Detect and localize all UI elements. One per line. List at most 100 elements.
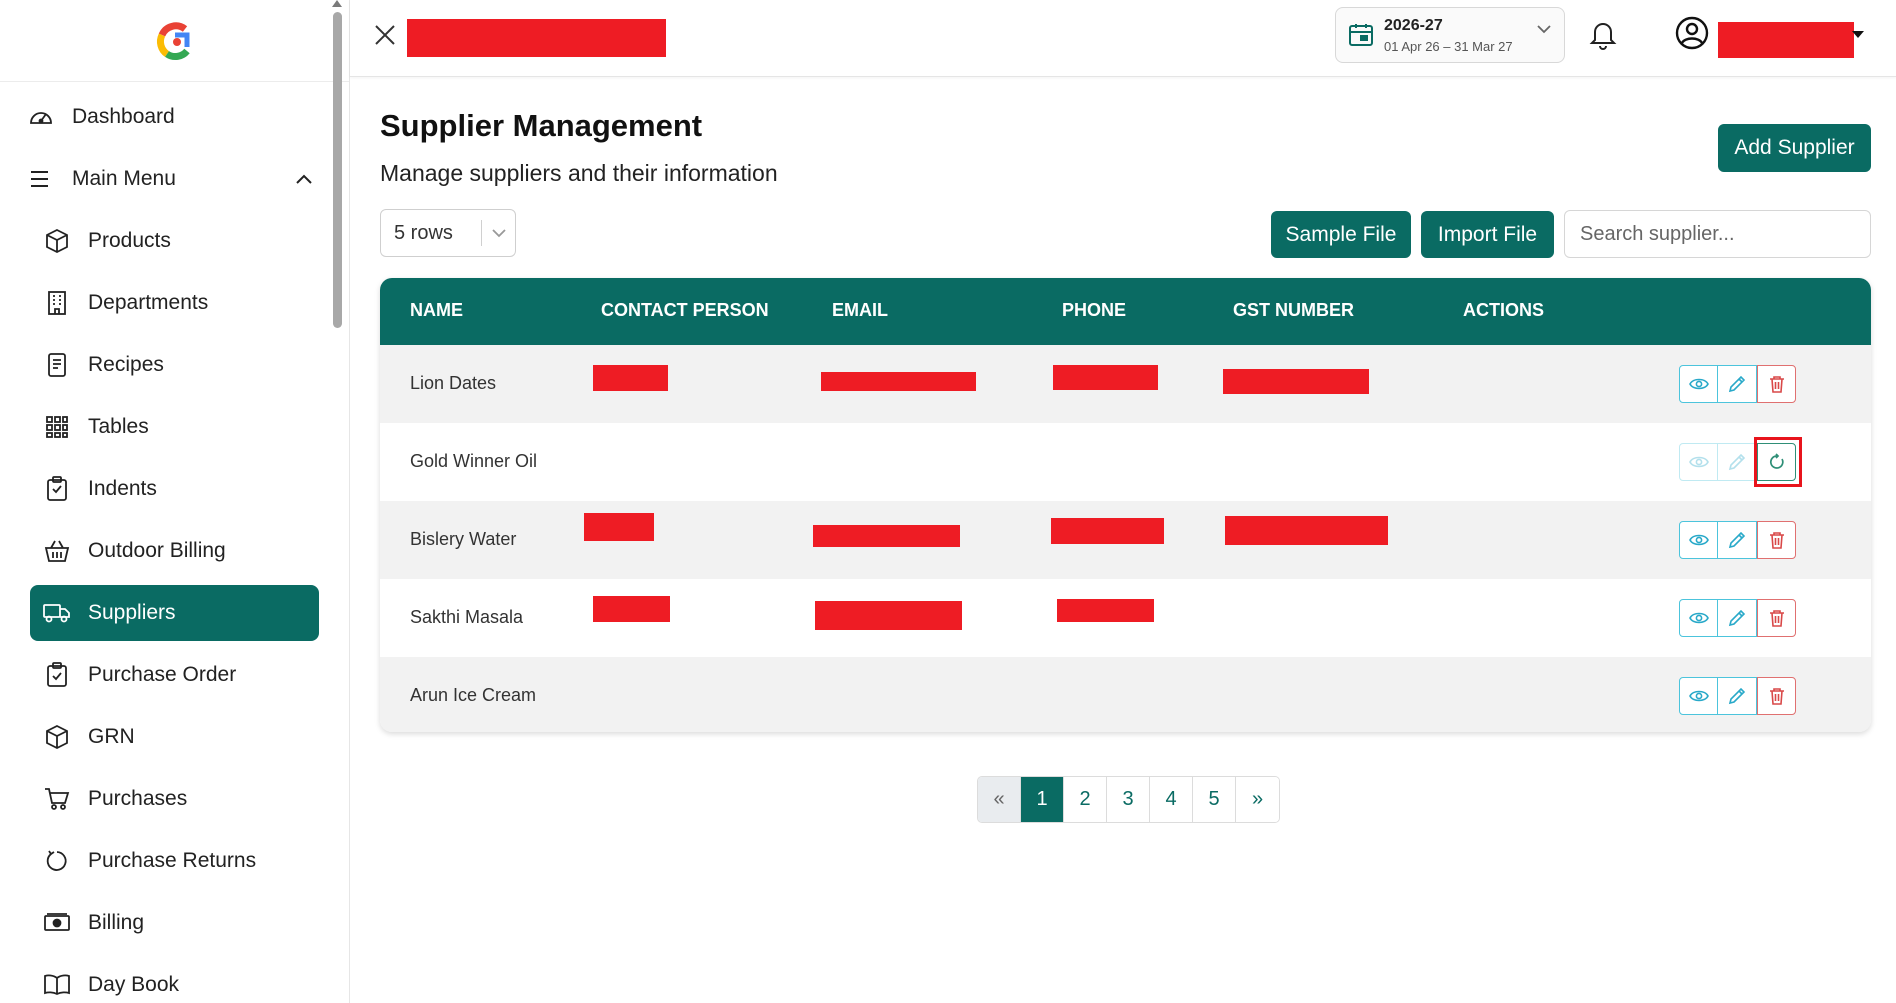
trash-icon (1769, 688, 1784, 705)
sidebar-item-main-menu[interactable]: Main Menu (26, 148, 319, 210)
add-supplier-button[interactable]: Add Supplier (1718, 124, 1871, 172)
close-icon[interactable] (370, 20, 400, 50)
user-avatar-icon[interactable] (1675, 16, 1709, 50)
pagination-next[interactable]: » (1236, 777, 1279, 822)
column-header: EMAIL (832, 300, 888, 320)
restore-button-highlight (1754, 437, 1802, 487)
view-button[interactable] (1679, 365, 1718, 403)
sidebar-item-label: Day Book (88, 973, 180, 996)
sidebar-item-label: Billing (88, 911, 145, 934)
delete-button[interactable] (1757, 365, 1796, 403)
sidebar-item-purchase-returns[interactable]: Purchase Returns (30, 830, 319, 892)
eye-icon (1688, 534, 1709, 546)
financial-year-selector[interactable]: 2026-27 01 Apr 26 – 31 Mar 27 (1335, 7, 1565, 63)
menu-icon (26, 164, 56, 194)
logo-area (0, 0, 349, 82)
page-subtitle: Manage suppliers and their information (380, 160, 778, 186)
eye-icon (1688, 612, 1709, 624)
column-header: CONTACT PERSON (601, 300, 769, 320)
pagination-page[interactable]: 4 (1150, 777, 1193, 822)
sidebar-item-billing[interactable]: Billing (30, 892, 319, 954)
sidebar-item-suppliers[interactable]: Suppliers (30, 585, 319, 641)
delete-button[interactable] (1757, 599, 1796, 637)
sidebar-item-day-book[interactable]: Day Book (30, 954, 319, 1003)
view-button[interactable] (1679, 521, 1718, 559)
sidebar-item-label: Departments (88, 291, 209, 314)
edit-button[interactable] (1718, 365, 1757, 403)
sidebar-item-label: Suppliers (88, 601, 176, 624)
pagination-prev[interactable]: « (978, 777, 1021, 822)
sidebar-item-label: Outdoor Billing (88, 539, 226, 562)
view-button[interactable] (1679, 677, 1718, 715)
edit-button[interactable] (1718, 599, 1757, 637)
sidebar-item-departments[interactable]: Departments (30, 272, 319, 334)
redacted-cell (593, 596, 670, 622)
eye-icon (1688, 456, 1709, 468)
app-logo[interactable] (155, 21, 195, 61)
sidebar-item-indents[interactable]: Indents (30, 458, 319, 520)
row-actions (1679, 365, 1796, 403)
sidebar-item-outdoor-billing[interactable]: Outdoor Billing (30, 520, 319, 582)
view-button[interactable] (1679, 599, 1718, 637)
pagination-page[interactable]: 5 (1193, 777, 1236, 822)
delete-button[interactable] (1757, 677, 1796, 715)
cart-icon (42, 784, 72, 814)
sidebar-scrollbar[interactable] (331, 0, 343, 1003)
redacted-cell (1057, 599, 1154, 622)
box-icon (42, 226, 72, 256)
pagination: « 1 2 3 4 5 » (977, 776, 1280, 823)
truck-icon (42, 598, 72, 628)
sidebar-item-recipes[interactable]: Recipes (30, 334, 319, 396)
column-header: PHONE (1062, 300, 1127, 320)
sidebar-item-dashboard[interactable]: Dashboard (26, 86, 319, 148)
pagination-page[interactable]: 1 (1021, 777, 1064, 822)
row-actions (1679, 677, 1796, 715)
redacted-cell (815, 601, 962, 630)
cash-icon (42, 908, 72, 938)
sidebar-item-label: Products (88, 229, 171, 252)
scroll-thumb[interactable] (333, 12, 342, 328)
redacted-company-name (407, 19, 666, 57)
table-row: Bislery Water (380, 501, 1871, 579)
view-button (1679, 443, 1718, 481)
receipt-icon (42, 350, 72, 380)
sidebar-item-label: GRN (88, 725, 135, 748)
pagination-page[interactable]: 3 (1107, 777, 1150, 822)
grid-icon (42, 412, 72, 442)
search-input[interactable] (1564, 210, 1871, 258)
caret-down-icon[interactable] (1852, 31, 1864, 38)
sidebar-item-purchase-order[interactable]: Purchase Order (30, 644, 319, 706)
sidebar-item-products[interactable]: Products (30, 210, 319, 272)
scroll-up-arrow[interactable] (332, 0, 342, 7)
trash-icon (1769, 610, 1784, 627)
edit-button[interactable] (1718, 677, 1757, 715)
gauge-icon (26, 102, 56, 132)
redacted-cell (1223, 369, 1369, 394)
sidebar-item-grn[interactable]: GRN (30, 706, 319, 768)
chevron-up-icon (295, 167, 313, 191)
clipboard-check-icon (42, 660, 72, 690)
pagination-page[interactable]: 2 (1064, 777, 1107, 822)
sidebar-item-purchases[interactable]: Purchases (30, 768, 319, 830)
import-file-button[interactable]: Import File (1421, 211, 1554, 258)
column-header: ACTIONS (1463, 300, 1544, 320)
delete-button[interactable] (1757, 521, 1796, 559)
rows-per-page-select[interactable]: 5 rows (380, 209, 516, 257)
bell-icon[interactable] (1588, 18, 1618, 50)
sidebar-item-tables[interactable]: Tables (30, 396, 319, 458)
sidebar-nav: Dashboard Main Menu Products Departments… (0, 82, 349, 1003)
trash-icon (1769, 376, 1784, 393)
sidebar-item-label: Main Menu (72, 167, 176, 190)
edit-button[interactable] (1718, 521, 1757, 559)
return-icon (42, 846, 72, 876)
sidebar-item-label: Indents (88, 477, 157, 500)
redacted-cell (584, 513, 654, 541)
building-icon (42, 288, 72, 318)
top-header: 2026-27 01 Apr 26 – 31 Mar 27 (350, 0, 1896, 77)
redacted-cell (1225, 516, 1388, 545)
supplier-name: Sakthi Masala (410, 607, 524, 627)
sidebar-item-label: Recipes (88, 353, 164, 376)
sidebar-item-label: Purchase Order (88, 663, 237, 686)
sample-file-button[interactable]: Sample File (1271, 211, 1411, 258)
row-actions (1679, 521, 1796, 559)
